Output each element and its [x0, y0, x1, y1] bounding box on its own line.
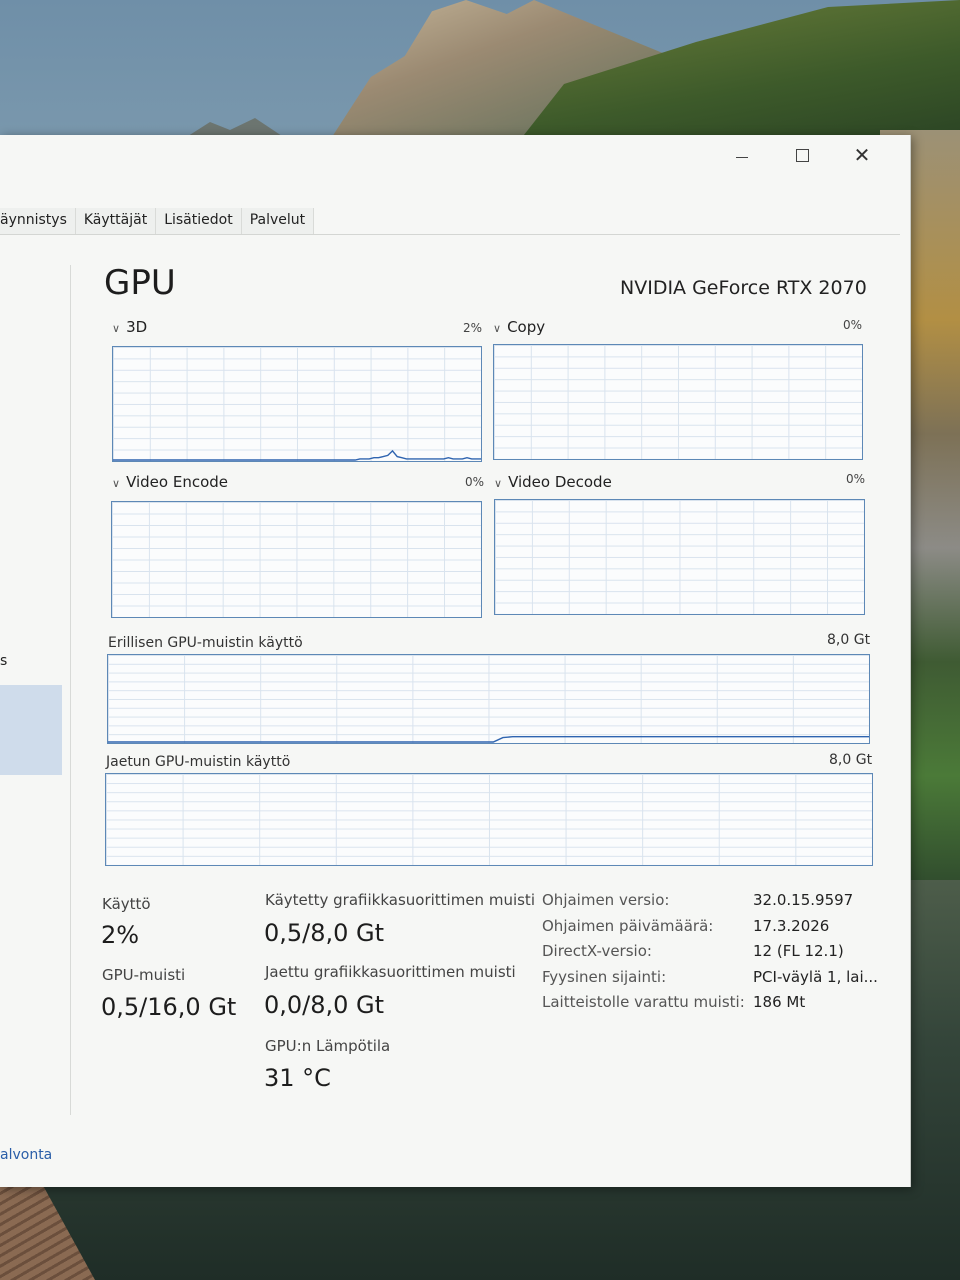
sidebar-divider [70, 265, 71, 1115]
chevron-down-icon: ∨ [494, 477, 503, 490]
graph-shared-memory-label: Jaetun GPU-muistin käyttö [106, 754, 291, 770]
usage-value: 2% [101, 921, 140, 949]
shared-memory-label: Jaettu grafiikkasuorittimen muisti [265, 963, 516, 981]
close-button[interactable]: ✕ [832, 135, 892, 175]
graph-dedicated-memory [107, 654, 870, 744]
graph-dedicated-memory-max: 8,0 Gt [827, 632, 871, 648]
driver-version-label: Ohjaimen versio: [542, 891, 670, 909]
tab-details[interactable]: Lisätiedot [156, 208, 242, 234]
gpu-memory-value: 0,5/16,0 Gt [101, 993, 237, 1021]
minimize-icon [736, 156, 748, 158]
usage-line [113, 449, 481, 461]
graph-video-decode-label: Video Decode [508, 473, 612, 491]
minimize-button[interactable] [712, 135, 772, 175]
gpu-memory-label: GPU-muisti [102, 966, 186, 984]
resource-monitor-link[interactable]: alvonta [0, 1147, 52, 1163]
graph-video-decode-percent: 0% [846, 472, 866, 486]
hardware-reserved-memory-value: 186 Mt [753, 993, 806, 1011]
tab-users[interactable]: Käyttäjät [75, 208, 157, 234]
hardware-reserved-memory-label: Laitteistolle varattu muisti: [542, 993, 745, 1011]
graph-copy [493, 344, 863, 460]
graph-shared-memory-max: 8,0 Gt [829, 752, 873, 768]
temperature-value: 31 °C [264, 1064, 331, 1092]
temperature-label: GPU:n Lämpötila [265, 1037, 391, 1055]
directx-version-label: DirectX-versio: [542, 942, 652, 960]
graph-3d [112, 346, 482, 462]
usage-label: Käyttö [102, 895, 151, 913]
graph-video-encode [111, 501, 482, 618]
graph-video-encode-selector[interactable]: ∨ Video Encode [112, 473, 228, 491]
gpu-model-name: NVIDIA GeForce RTX 2070 [620, 277, 867, 299]
usage-line-svg [113, 449, 481, 461]
task-manager-window: ✕ äynnistys Käyttäjät Lisätiedot Palvelu… [0, 135, 911, 1187]
physical-location-label: Fyysinen sijainti: [542, 968, 667, 986]
maximize-button[interactable] [772, 135, 832, 175]
usage-line [108, 736, 869, 743]
sidebar-item-gpu-selected[interactable] [0, 685, 62, 775]
tab-services[interactable]: Palvelut [241, 208, 315, 234]
physical-location-value: PCI-väylä 1, lai... [753, 968, 878, 986]
graph-copy-selector[interactable]: ∨ Copy [493, 318, 545, 336]
close-icon: ✕ [853, 143, 871, 167]
graph-3d-selector[interactable]: ∨ 3D [112, 318, 147, 336]
graph-video-decode [494, 499, 865, 615]
chevron-down-icon: ∨ [112, 477, 121, 490]
dedicated-memory-value: 0,5/8,0 Gt [264, 919, 385, 947]
graph-3d-percent: 2% [463, 321, 483, 335]
maximize-icon [795, 148, 809, 162]
usage-line-svg [108, 736, 869, 743]
chevron-down-icon: ∨ [112, 322, 121, 335]
graph-copy-percent: 0% [843, 318, 863, 332]
tab-bar: äynnistys Käyttäjät Lisätiedot Palvelut [0, 208, 900, 235]
title-bar[interactable]: ✕ [0, 135, 910, 183]
graph-dedicated-memory-label: Erillisen GPU-muistin käyttö [108, 635, 303, 651]
sidebar-item-label[interactable]: s [0, 653, 7, 669]
directx-version-value: 12 (FL 12.1) [753, 942, 844, 960]
tab-startup[interactable]: äynnistys [0, 208, 76, 234]
driver-date-value: 17.3.2026 [753, 917, 830, 935]
graph-video-decode-selector[interactable]: ∨ Video Decode [494, 473, 612, 491]
driver-version-value: 32.0.15.9597 [753, 891, 854, 909]
page-title: GPU [104, 263, 176, 303]
chevron-down-icon: ∨ [493, 322, 502, 335]
shared-memory-value: 0,0/8,0 Gt [264, 991, 385, 1019]
graph-video-encode-label: Video Encode [126, 473, 229, 491]
graph-3d-label: 3D [126, 318, 148, 336]
driver-date-label: Ohjaimen päivämäärä: [542, 917, 714, 935]
graph-shared-memory [105, 773, 873, 866]
dedicated-memory-label: Käytetty grafiikkasuorittimen muisti [265, 891, 535, 909]
graph-copy-label: Copy [507, 318, 546, 336]
graph-video-encode-percent: 0% [465, 475, 485, 489]
